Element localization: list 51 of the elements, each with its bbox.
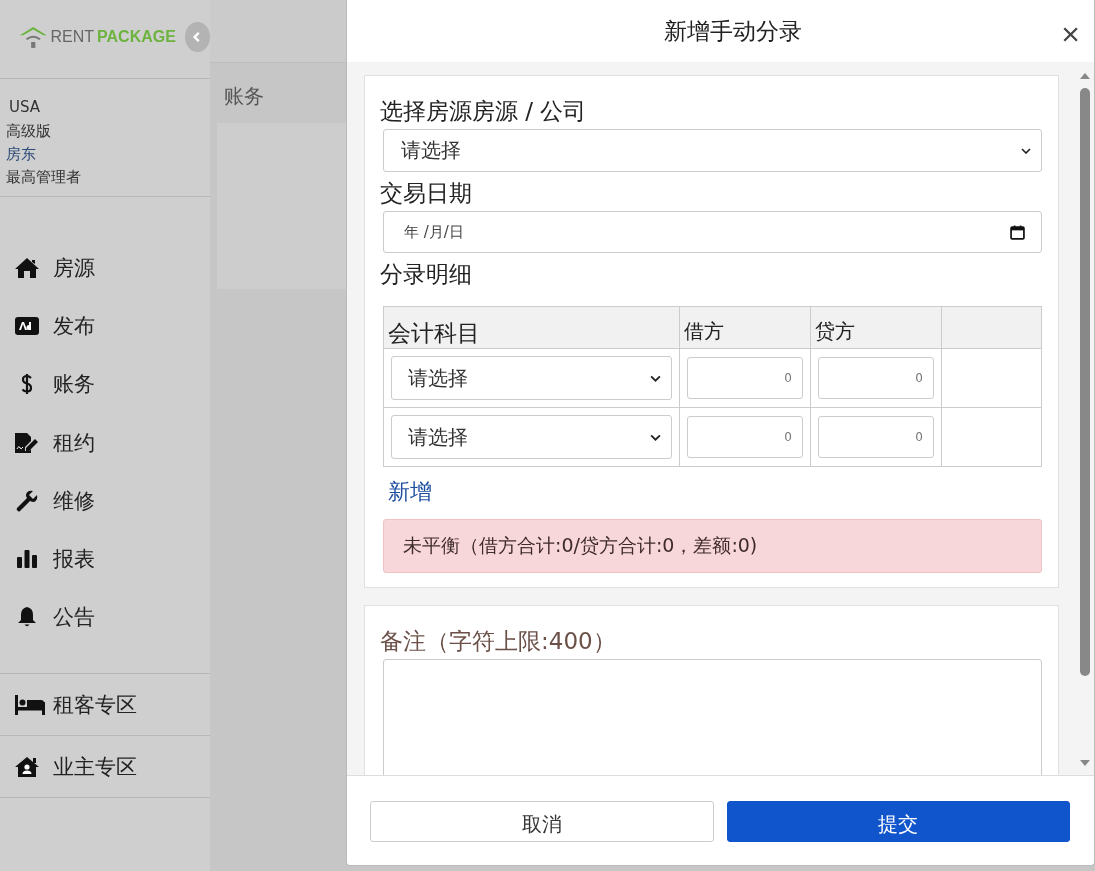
chevron-down-icon xyxy=(650,433,661,441)
nav-item[interactable]: 报表 xyxy=(0,529,210,589)
nav-item[interactable]: 租约 xyxy=(0,413,210,472)
ad-icon xyxy=(15,315,39,338)
calendar-icon xyxy=(1010,224,1025,240)
balance-alert: 未平衡（借方合计:0/贷方合计:0，差额:0) xyxy=(383,519,1042,573)
house-user-icon xyxy=(15,755,39,778)
bar-chart-icon xyxy=(15,548,39,571)
notes-label: 备注（字符上限:400） xyxy=(380,627,617,656)
cancel-button[interactable]: 取消 xyxy=(370,801,714,842)
section-label: 分录明细 xyxy=(380,260,473,289)
column-header: 借方 xyxy=(679,307,810,348)
notes-field[interactable] xyxy=(383,659,1042,775)
account-select[interactable]: 请选择 xyxy=(391,356,672,400)
debit-input[interactable]: 0 xyxy=(687,416,803,458)
property-select[interactable]: 请选择 xyxy=(383,129,1042,172)
page-title: 账务 xyxy=(223,83,264,110)
chevron-down-icon xyxy=(1021,147,1031,154)
contract-icon xyxy=(15,431,39,454)
nav-item[interactable]: 账务 xyxy=(0,355,210,414)
dialog-title: 新增手动分录 xyxy=(663,16,802,46)
nav-item[interactable]: 发布 xyxy=(0,297,210,356)
credit-input[interactable]: 0 xyxy=(818,357,934,399)
dollar-icon xyxy=(21,373,33,396)
date-field[interactable]: 年 /月/日 xyxy=(383,211,1042,253)
column-header: 贷方 xyxy=(810,307,941,348)
submit-button[interactable]: 提交 xyxy=(726,801,1070,842)
account-select[interactable]: 请选择 xyxy=(391,415,672,459)
chevron-down-icon xyxy=(650,374,661,382)
account-text: 最高管理者 xyxy=(6,167,82,188)
column-header: 会计科目 xyxy=(387,319,481,348)
debit-input[interactable]: 0 xyxy=(687,357,803,399)
credit-input[interactable]: 0 xyxy=(818,416,934,458)
field-label: 交易日期 xyxy=(380,179,473,208)
add-link[interactable]: 新增 xyxy=(388,477,432,507)
close-button[interactable]: × xyxy=(1061,18,1080,50)
bed-icon xyxy=(15,694,45,715)
home-icon xyxy=(15,257,39,280)
collapse-button[interactable] xyxy=(184,22,210,52)
nav-item[interactable]: 房源 xyxy=(0,239,210,298)
field-label: 选择房源房源 / 公司 xyxy=(380,97,588,126)
account-text: 高级版 xyxy=(6,121,52,142)
account-text: USA xyxy=(8,97,42,118)
nav-item[interactable]: 公告 xyxy=(0,588,210,647)
logo-text: RENT xyxy=(50,28,95,46)
logo-text: PACKAGE xyxy=(97,28,176,46)
role-link[interactable]: 房东 xyxy=(6,143,210,165)
scroll-down-icon[interactable] xyxy=(1080,759,1090,767)
wrench-icon xyxy=(15,489,39,512)
nav-item[interactable]: 维修 xyxy=(0,471,210,530)
scroll-up-icon[interactable] xyxy=(1080,72,1090,80)
